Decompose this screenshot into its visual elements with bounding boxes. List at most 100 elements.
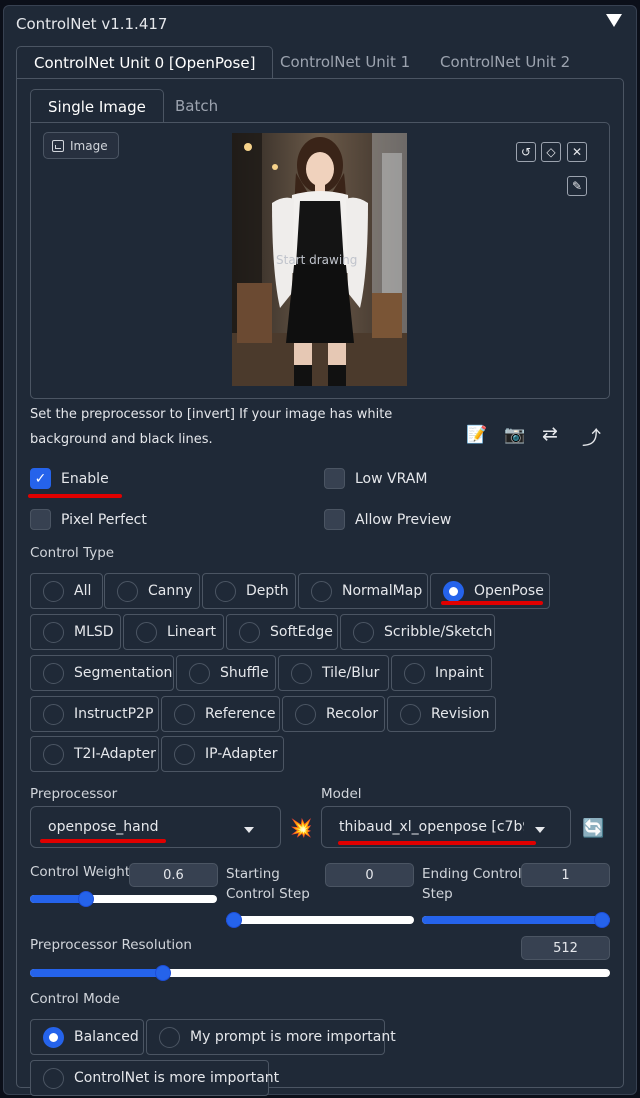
low-vram-label: Low VRAM xyxy=(355,470,428,487)
control-type-canny[interactable]: Canny xyxy=(104,573,200,609)
enable-checkbox[interactable]: ✓ xyxy=(30,468,51,489)
control-type-scribble[interactable]: Scribble/Sketch xyxy=(340,614,495,650)
preprocessor-value: openpose_hand xyxy=(48,819,159,835)
radio-dot xyxy=(353,621,374,643)
option-label: NormalMap xyxy=(342,583,423,599)
radio-dot xyxy=(43,703,64,725)
ending-step-input[interactable]: 1 xyxy=(521,863,610,887)
control-mode-controlnet[interactable]: ControlNet is more important xyxy=(30,1060,279,1096)
slider-thumb[interactable] xyxy=(226,912,242,928)
model-label: Model xyxy=(321,786,362,802)
radio-dot xyxy=(43,743,64,765)
option-label: Recolor xyxy=(326,706,379,722)
control-type-ip-adapter[interactable]: IP-Adapter xyxy=(161,736,284,772)
radio-dot xyxy=(159,1026,180,1048)
explosion-icon[interactable]: 💥 xyxy=(290,818,312,839)
control-type-depth[interactable]: Depth xyxy=(202,573,296,609)
model-annotation xyxy=(338,841,536,845)
option-label: Lineart xyxy=(167,624,216,640)
starting-step-slider[interactable] xyxy=(226,912,414,928)
radio-dot xyxy=(43,1067,64,1089)
option-label: Segmentation xyxy=(74,665,173,681)
openpose-annotation xyxy=(441,601,543,605)
slider-thumb[interactable] xyxy=(594,912,610,928)
control-weight-input[interactable]: 0.6 xyxy=(129,863,218,887)
tab-unit-1[interactable]: ControlNet Unit 1 xyxy=(263,46,427,79)
undo-icon[interactable]: ↺ xyxy=(516,142,536,162)
tab-unit-0[interactable]: ControlNet Unit 0 [OpenPose] xyxy=(16,46,274,79)
radio-dot xyxy=(215,580,236,602)
option-label: IP-Adapter xyxy=(205,746,278,762)
preprocessor-resolution-label: Preprocessor Resolution xyxy=(30,937,192,953)
radio-dot xyxy=(189,662,210,684)
pixel-perfect-checkbox-row[interactable]: Pixel Perfect xyxy=(30,509,147,530)
control-type-t2i-adapter[interactable]: T2I-Adapter xyxy=(30,736,159,772)
control-type-revision[interactable]: Revision xyxy=(387,696,496,732)
preprocessor-label: Preprocessor xyxy=(30,786,118,802)
option-label: All xyxy=(74,583,92,599)
slider-thumb[interactable] xyxy=(78,891,95,907)
allow-preview-checkbox-row[interactable]: Allow Preview xyxy=(324,509,451,530)
option-label: T2I-Adapter xyxy=(74,746,156,762)
edit-icon[interactable]: 📝 xyxy=(466,425,487,445)
collapse-arrow-icon[interactable] xyxy=(606,14,622,27)
panel-title[interactable]: ControlNet v1.1.417 xyxy=(16,15,167,33)
control-mode-balanced[interactable]: Balanced xyxy=(30,1019,144,1055)
allow-preview-checkbox[interactable] xyxy=(324,509,345,530)
brush-icon[interactable]: ✎ xyxy=(567,176,587,196)
close-icon[interactable]: ✕ xyxy=(567,142,587,162)
control-type-all[interactable]: All xyxy=(30,573,103,609)
eraser-icon[interactable]: ◇ xyxy=(541,142,561,162)
radio-dot xyxy=(174,703,195,725)
starting-step-input[interactable]: 0 xyxy=(325,863,414,887)
image-badge: Image xyxy=(43,132,119,159)
slider-fill xyxy=(422,916,602,924)
control-type-shuffle[interactable]: Shuffle xyxy=(176,655,276,691)
pixel-perfect-checkbox[interactable] xyxy=(30,509,51,530)
send-icon[interactable]: ⤴ xyxy=(582,423,601,450)
control-mode-label: Control Mode xyxy=(30,991,120,1007)
option-label: MLSD xyxy=(74,624,114,640)
start-drawing-overlay: Start drawing xyxy=(276,253,358,267)
option-label: InstructP2P xyxy=(74,706,154,722)
control-weight-slider[interactable] xyxy=(30,891,217,907)
control-type-inpaint[interactable]: Inpaint xyxy=(391,655,492,691)
enable-annotation xyxy=(28,494,122,498)
low-vram-checkbox-row[interactable]: Low VRAM xyxy=(324,468,427,489)
radio-dot xyxy=(43,621,64,643)
ending-step-slider[interactable] xyxy=(422,912,610,928)
preprocessor-resolution-input[interactable]: 512 xyxy=(521,936,610,960)
tab-single-image[interactable]: Single Image xyxy=(30,89,164,123)
control-type-segmentation[interactable]: Segmentation xyxy=(30,655,174,691)
image-icon xyxy=(52,139,64,152)
option-label: Canny xyxy=(148,583,193,599)
radio-dot xyxy=(239,621,260,643)
radio-dot xyxy=(400,703,421,725)
control-type-mlsd[interactable]: MLSD xyxy=(30,614,121,650)
tab-batch[interactable]: Batch xyxy=(158,89,235,123)
option-label: OpenPose xyxy=(474,583,544,599)
radio-dot xyxy=(136,621,157,643)
chevron-down-icon xyxy=(535,827,545,833)
control-type-normalmap[interactable]: NormalMap xyxy=(298,573,428,609)
allow-preview-label: Allow Preview xyxy=(355,511,452,528)
low-vram-checkbox[interactable] xyxy=(324,468,345,489)
enable-checkbox-row[interactable]: ✓ Enable xyxy=(30,468,109,489)
refresh-icon[interactable]: 🔄 xyxy=(582,818,604,839)
control-type-reference[interactable]: Reference xyxy=(161,696,280,732)
tab-unit-2[interactable]: ControlNet Unit 2 xyxy=(423,46,587,79)
option-label: My prompt is more important xyxy=(190,1029,396,1045)
control-weight-label: Control Weight xyxy=(30,864,131,880)
swap-icon[interactable]: ⇄ xyxy=(542,423,558,445)
camera-icon[interactable]: 📷 xyxy=(504,425,525,445)
control-type-tile-blur[interactable]: Tile/Blur xyxy=(278,655,389,691)
ending-step-label: Ending Control Step xyxy=(422,866,522,902)
control-type-lineart[interactable]: Lineart xyxy=(123,614,224,650)
control-type-softedge[interactable]: SoftEdge xyxy=(226,614,338,650)
preprocessor-resolution-slider[interactable] xyxy=(30,965,610,981)
control-type-recolor[interactable]: Recolor xyxy=(282,696,385,732)
enable-label: Enable xyxy=(61,470,109,487)
control-mode-prompt[interactable]: My prompt is more important xyxy=(146,1019,396,1055)
control-type-instructp2p[interactable]: InstructP2P xyxy=(30,696,159,732)
radio-dot xyxy=(117,580,138,602)
